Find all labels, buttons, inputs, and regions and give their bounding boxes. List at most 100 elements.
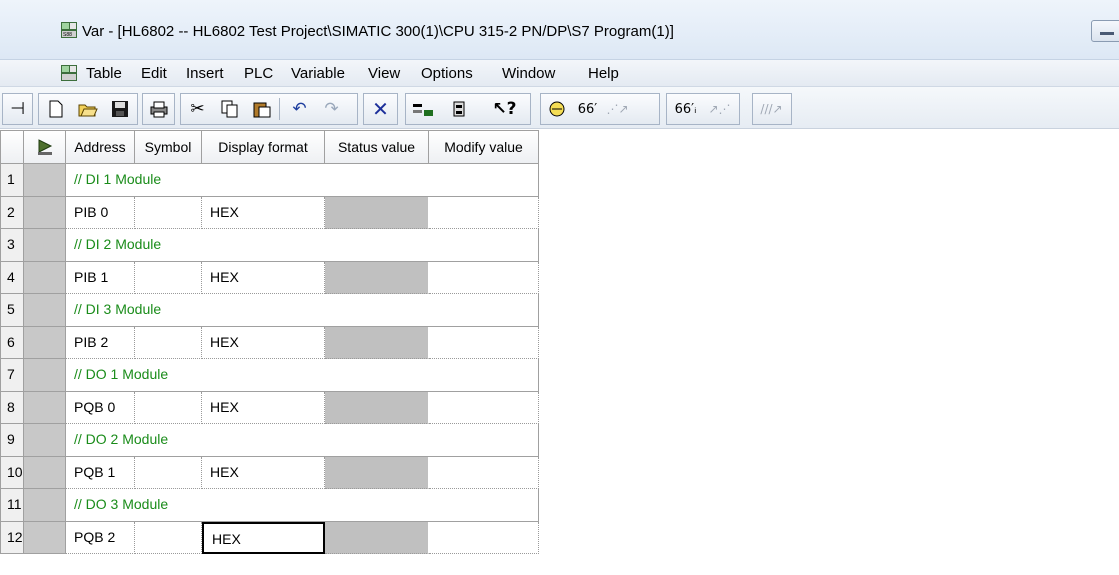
monitor-group: 66′ ⋰↗: [540, 93, 660, 125]
row-number[interactable]: 11: [0, 489, 24, 522]
row-gutter: [24, 164, 66, 197]
minimize-icon: [1100, 32, 1114, 35]
variable-group: ↖?: [405, 93, 531, 125]
column-header-address[interactable]: Address: [66, 130, 135, 164]
monitor-icon[interactable]: 66′: [573, 94, 602, 124]
comment-row[interactable]: // DI 3 Module: [66, 294, 539, 327]
symbol-cell[interactable]: [135, 326, 202, 359]
delete-icon[interactable]: ✕: [366, 94, 395, 124]
address-cell[interactable]: PIB 2: [66, 326, 135, 359]
cut-icon[interactable]: ✂: [183, 94, 212, 124]
display-format-cell[interactable]: HEX: [202, 261, 325, 294]
window-title: Var - [HL6802 -- HL6802 Test Project\SIM…: [82, 23, 674, 40]
connect-icon[interactable]: [543, 94, 572, 124]
modify-value-cell[interactable]: [429, 456, 539, 489]
address-cell[interactable]: PIB 1: [66, 261, 135, 294]
row-gutter: [24, 391, 66, 424]
toolbar-separator: [279, 98, 280, 120]
row-gutter: [24, 261, 66, 294]
row-number[interactable]: 4: [0, 261, 24, 294]
menu-variable[interactable]: Variable: [291, 65, 345, 82]
print-icon[interactable]: [144, 94, 173, 124]
modify-value-cell[interactable]: [429, 521, 539, 554]
row-gutter: [24, 196, 66, 229]
display-format-cell[interactable]: HEX: [202, 456, 325, 489]
row-gutter: [24, 294, 66, 327]
menu-help[interactable]: Help: [588, 65, 619, 82]
monitor-variable-icon[interactable]: [408, 94, 437, 124]
undo-icon[interactable]: ↶: [285, 94, 314, 124]
row-number[interactable]: 8: [0, 391, 24, 424]
new-icon[interactable]: [41, 94, 70, 124]
column-header-status-value[interactable]: Status value: [325, 130, 429, 164]
flag-icon: [37, 139, 53, 159]
save-icon[interactable]: [105, 94, 134, 124]
row-gutter: [24, 489, 66, 522]
row-number[interactable]: 3: [0, 229, 24, 262]
comment-row[interactable]: // DO 2 Module: [66, 424, 539, 457]
address-cell[interactable]: PQB 2: [66, 521, 135, 554]
display-format-cell[interactable]: HEX: [202, 196, 325, 229]
modify-disabled-icon[interactable]: ↗⋰: [705, 94, 734, 124]
column-header-display-format[interactable]: Display format: [202, 130, 325, 164]
modify-variable-icon[interactable]: [444, 94, 473, 124]
modify-value-cell[interactable]: [429, 196, 539, 229]
modify-value-cell[interactable]: [429, 326, 539, 359]
pin-icon[interactable]: ⊣: [3, 94, 32, 124]
symbol-cell[interactable]: [135, 196, 202, 229]
force-icon[interactable]: ///↗: [757, 94, 786, 124]
variable-table-icon: S88: [60, 21, 78, 42]
comment-row[interactable]: // DO 1 Module: [66, 359, 539, 392]
menu-bar: Table Edit Insert PLC Variable View Opti…: [0, 60, 1119, 87]
copy-icon[interactable]: [215, 94, 244, 124]
address-cell[interactable]: PIB 0: [66, 196, 135, 229]
modify-value-cell[interactable]: [429, 261, 539, 294]
comment-row[interactable]: // DI 2 Module: [66, 229, 539, 262]
address-cell[interactable]: PQB 1: [66, 456, 135, 489]
row-number[interactable]: 12: [0, 521, 24, 554]
svg-text:S88: S88: [63, 32, 72, 38]
symbol-cell[interactable]: [135, 456, 202, 489]
comment-row[interactable]: // DO 3 Module: [66, 489, 539, 522]
column-header-flag: [24, 130, 66, 164]
redo-icon[interactable]: ↷: [317, 94, 346, 124]
status-value-cell: [325, 261, 429, 294]
document-menu-icon[interactable]: [60, 64, 78, 85]
menu-options[interactable]: Options: [421, 65, 473, 82]
row-gutter: [24, 359, 66, 392]
corner-cell: [0, 130, 24, 164]
file-group: [38, 93, 138, 125]
row-number[interactable]: 1: [0, 164, 24, 197]
menu-edit[interactable]: Edit: [141, 65, 167, 82]
column-header-symbol[interactable]: Symbol: [135, 130, 202, 164]
open-icon[interactable]: [73, 94, 102, 124]
monitor-disabled-icon[interactable]: ⋰↗: [603, 94, 632, 124]
minimize-button[interactable]: [1091, 20, 1119, 42]
row-number[interactable]: 10: [0, 456, 24, 489]
menu-table[interactable]: Table: [86, 65, 122, 82]
menu-plc[interactable]: PLC: [244, 65, 273, 82]
address-cell[interactable]: PQB 0: [66, 391, 135, 424]
help-icon[interactable]: ↖?: [490, 94, 519, 124]
comment-row[interactable]: // DI 1 Module: [66, 164, 539, 197]
row-number[interactable]: 5: [0, 294, 24, 327]
symbol-cell[interactable]: [135, 261, 202, 294]
row-number[interactable]: 2: [0, 196, 24, 229]
menu-insert[interactable]: Insert: [186, 65, 224, 82]
modify-icon[interactable]: 66′ᵢ: [671, 94, 700, 124]
paste-icon[interactable]: [247, 94, 276, 124]
column-header-modify-value[interactable]: Modify value: [429, 130, 539, 164]
row-number[interactable]: 7: [0, 359, 24, 392]
display-format-cell[interactable]: HEX: [202, 391, 325, 424]
display-format-cell[interactable]: HEX: [202, 326, 325, 359]
symbol-cell[interactable]: [135, 391, 202, 424]
toolbar: ⊣ ✂ ↶ ↷ ✕ ↖? 66′ ⋰↗ 66′ᵢ ↗⋰ ///↗: [0, 87, 1119, 129]
force-group: ///↗: [752, 93, 792, 125]
row-number[interactable]: 9: [0, 424, 24, 457]
row-number[interactable]: 6: [0, 326, 24, 359]
display-format-cell[interactable]: HEX: [202, 521, 325, 554]
menu-window[interactable]: Window: [502, 65, 555, 82]
menu-view[interactable]: View: [368, 65, 400, 82]
symbol-cell[interactable]: [135, 521, 202, 554]
modify-value-cell[interactable]: [429, 391, 539, 424]
